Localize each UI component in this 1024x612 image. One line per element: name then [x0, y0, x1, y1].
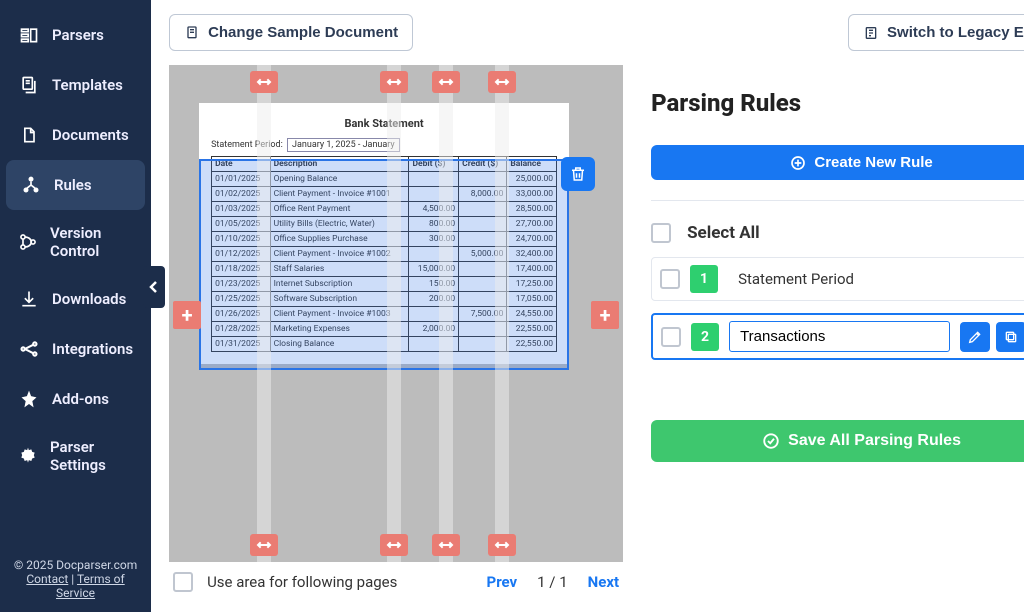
delete-selection-button[interactable] — [561, 157, 595, 191]
sidebar: Parsers Templates Documents Rules Versio… — [0, 0, 151, 612]
sidebar-item-parser-settings[interactable]: Parser Settings — [0, 424, 151, 488]
save-all-label: Save All Parsing Rules — [788, 432, 961, 450]
sidebar-item-label: Parser Settings — [50, 438, 133, 474]
sidebar-item-label: Integrations — [52, 340, 133, 358]
sidebar-item-label: Add-ons — [52, 390, 109, 408]
sidebar-item-integrations[interactable]: Integrations — [0, 324, 151, 374]
sidebar-item-parsers[interactable]: Parsers — [0, 10, 151, 60]
column-grip[interactable] — [432, 534, 460, 556]
rules-icon — [20, 174, 42, 196]
sidebar-item-label: Documents — [52, 126, 129, 144]
sidebar-item-documents[interactable]: Documents — [0, 110, 151, 160]
column-guide[interactable] — [439, 65, 453, 562]
create-rule-label: Create New Rule — [814, 154, 932, 171]
downloads-icon — [18, 288, 40, 310]
documents-icon — [18, 124, 40, 146]
add-column-right-button[interactable]: + — [591, 301, 619, 329]
swap-icon — [863, 25, 879, 41]
sidebar-item-label: Parsers — [52, 26, 104, 44]
select-all-checkbox[interactable] — [651, 223, 671, 243]
check-circle-icon — [762, 432, 780, 450]
parsers-icon — [18, 24, 40, 46]
divider — [651, 200, 1024, 201]
addons-icon — [18, 388, 40, 410]
edit-rule-button[interactable] — [960, 322, 990, 352]
sidebar-item-label: Version Control — [50, 224, 133, 260]
period-label: Statement Period: — [211, 140, 283, 150]
column-grip[interactable] — [250, 534, 278, 556]
rule-name-input[interactable] — [729, 321, 950, 352]
templates-icon — [18, 74, 40, 96]
parsing-rules-title: Parsing Rules — [651, 89, 1024, 117]
rule-number: 1 — [690, 265, 718, 293]
change-doc-label: Change Sample Document — [208, 24, 398, 41]
sidebar-footer: © 2025 Docparser.com Contact | Terms of … — [0, 546, 151, 612]
use-area-checkbox[interactable] — [173, 572, 193, 592]
rule-checkbox[interactable] — [661, 327, 681, 347]
table-selection-box[interactable] — [199, 159, 569, 370]
document-swap-icon — [184, 25, 200, 41]
settings-icon — [18, 445, 38, 467]
switch-legacy-label: Switch to Legacy Editor — [887, 24, 1024, 41]
create-new-rule-button[interactable]: Create New Rule — [651, 145, 1024, 180]
rule-label: Statement Period — [728, 264, 1024, 294]
column-grip[interactable] — [432, 71, 460, 93]
sidebar-item-downloads[interactable]: Downloads — [0, 274, 151, 324]
duplicate-rule-button[interactable] — [996, 322, 1024, 352]
sidebar-item-rules[interactable]: Rules — [6, 160, 145, 210]
column-grip[interactable] — [488, 71, 516, 93]
use-area-label: Use area for following pages — [207, 573, 397, 591]
column-guide[interactable] — [495, 65, 509, 562]
add-column-left-button[interactable]: + — [173, 301, 201, 329]
page-indicator: 1 / 1 — [537, 573, 568, 591]
period-value: January 1, 2025 - January — [287, 138, 400, 152]
sidebar-item-label: Downloads — [52, 290, 126, 308]
plus-icon — [790, 155, 806, 171]
rule-row[interactable]: 1 Statement Period — [651, 257, 1024, 301]
switch-legacy-editor-button[interactable]: Switch to Legacy Editor — [848, 14, 1024, 51]
sidebar-item-templates[interactable]: Templates — [0, 60, 151, 110]
rule-row[interactable]: 2 — [651, 313, 1024, 360]
document-canvas: Bank Statement Statement Period: January… — [169, 65, 623, 562]
column-grip[interactable] — [380, 71, 408, 93]
column-grip[interactable] — [488, 534, 516, 556]
next-page-button[interactable]: Next — [588, 573, 619, 591]
contact-link[interactable]: Contact — [26, 572, 68, 586]
collapse-sidebar-button[interactable] — [143, 266, 165, 308]
save-all-parsing-rules-button[interactable]: Save All Parsing Rules — [651, 420, 1024, 462]
integrations-icon — [18, 338, 40, 360]
version-control-icon — [18, 231, 38, 253]
column-guide[interactable] — [387, 65, 401, 562]
column-guide[interactable] — [257, 65, 271, 562]
column-grip[interactable] — [380, 534, 408, 556]
prev-page-button[interactable]: Prev — [487, 573, 518, 591]
select-all-label: Select All — [687, 223, 760, 243]
column-grip[interactable] — [250, 71, 278, 93]
rule-number: 2 — [691, 323, 719, 351]
copyright: © 2025 Docparser.com — [12, 558, 139, 572]
sidebar-item-label: Rules — [54, 176, 92, 194]
sidebar-item-add-ons[interactable]: Add-ons — [0, 374, 151, 424]
change-sample-document-button[interactable]: Change Sample Document — [169, 14, 413, 51]
sidebar-item-label: Templates — [52, 76, 123, 94]
sidebar-item-version-control[interactable]: Version Control — [0, 210, 151, 274]
rule-checkbox[interactable] — [660, 269, 680, 289]
